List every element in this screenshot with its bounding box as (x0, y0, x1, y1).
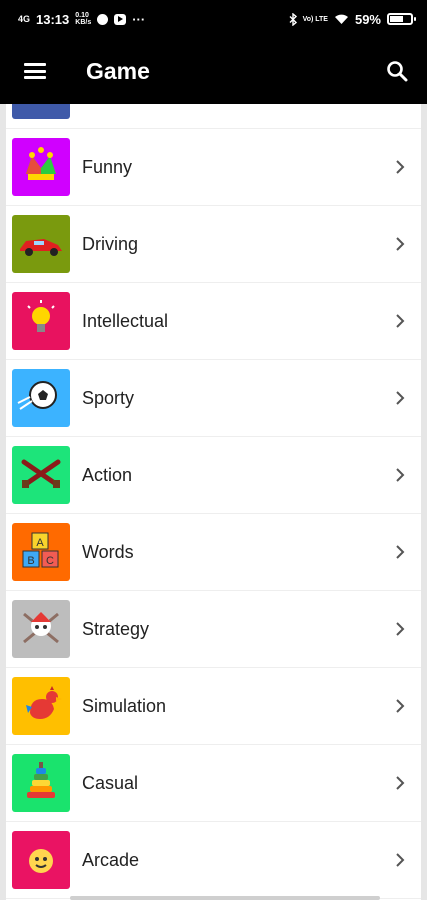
category-label: Strategy (82, 618, 150, 639)
category-label: Sporty (82, 387, 135, 408)
category-label: Casual (82, 772, 139, 793)
category-row-sporty[interactable]: Sporty (6, 360, 421, 437)
category-row-funny[interactable]: Funny (6, 129, 421, 206)
category-label: Simulation (82, 695, 167, 716)
category-list: Adventure Funny Driving Intellectual Sporty A… (6, 104, 421, 900)
status-bar-right: Vo) LTE 59% (289, 11, 416, 27)
chevron-right-icon (385, 622, 415, 636)
status-bar: 4G 13:13 0.10 KB/s ··· Vo) LTE 59% (0, 0, 427, 38)
clock: 13:13 (36, 11, 70, 27)
network-speed-unit: KB/s (75, 19, 92, 26)
svg-text:A: A (36, 537, 44, 549)
video-play-icon (114, 13, 127, 25)
chevron-right-icon (385, 237, 415, 251)
category-row-strategy[interactable]: Strategy (6, 591, 421, 668)
category-label: Funny (82, 156, 133, 177)
category-row-adventure[interactable]: Adventure (6, 104, 421, 129)
category-label: Words (82, 541, 134, 562)
more-notifications-icon: ··· (132, 11, 146, 27)
category-list-content: Adventure Funny Driving Intellectual Sporty A… (6, 104, 421, 899)
chevron-right-icon (385, 776, 415, 790)
battery-percent: 59% (354, 11, 381, 27)
chevron-right-icon (385, 853, 415, 867)
status-bar-left: 4G 13:13 0.10 KB/s ··· (18, 12, 145, 27)
chevron-right-icon (385, 160, 415, 174)
chevron-right-icon (385, 545, 415, 559)
menu-button[interactable] (0, 38, 70, 104)
lightbulb-icon (12, 292, 70, 350)
jester-hat-icon (12, 138, 70, 196)
chevron-right-icon (385, 314, 415, 328)
arcade-character-icon (12, 831, 70, 889)
battery-icon (387, 13, 416, 25)
svg-text:C: C (46, 555, 54, 567)
search-button[interactable] (367, 38, 427, 104)
bluetooth-icon (289, 12, 297, 26)
volte-indicator: Vo) LTE (302, 15, 328, 23)
search-icon (387, 61, 408, 82)
category-row-driving[interactable]: Driving (6, 206, 421, 283)
chevron-right-icon (385, 391, 415, 405)
category-label: Arcade (82, 849, 140, 870)
category-label: Intellectual (82, 310, 169, 331)
wifi-icon (334, 14, 348, 24)
category-row-casual[interactable]: Casual (6, 745, 421, 822)
soccer-ball-icon (12, 369, 70, 427)
castle-icon (12, 104, 70, 119)
network-speed: 0.10 KB/s (75, 12, 91, 26)
ring-stack-toy-icon (12, 754, 70, 812)
abc-blocks-icon: ABC (12, 523, 70, 581)
network-speed-value: 0.10 (75, 12, 89, 19)
category-row-action[interactable]: Action (6, 437, 421, 514)
svg-text:B: B (27, 555, 34, 567)
pirate-skull-icon (12, 600, 70, 658)
chat-bubble-icon (97, 13, 109, 25)
category-row-intellectual[interactable]: Intellectual (6, 283, 421, 360)
crossed-guns-icon (12, 446, 70, 504)
page-title: Game (86, 57, 150, 84)
category-row-simulation[interactable]: Simulation (6, 668, 421, 745)
category-label: Driving (82, 233, 139, 254)
category-label: Action (82, 464, 133, 485)
chevron-right-icon (385, 468, 415, 482)
rooster-icon (12, 677, 70, 735)
category-row-arcade[interactable]: Arcade (6, 822, 421, 899)
hamburger-menu-icon (24, 63, 46, 79)
signal-indicator: 4G (18, 14, 31, 24)
app-bar: Game (0, 38, 427, 104)
chevron-right-icon (385, 699, 415, 713)
scroll-indicator (70, 896, 380, 900)
category-row-words[interactable]: A B C Words (6, 514, 421, 591)
race-car-icon (12, 215, 70, 273)
